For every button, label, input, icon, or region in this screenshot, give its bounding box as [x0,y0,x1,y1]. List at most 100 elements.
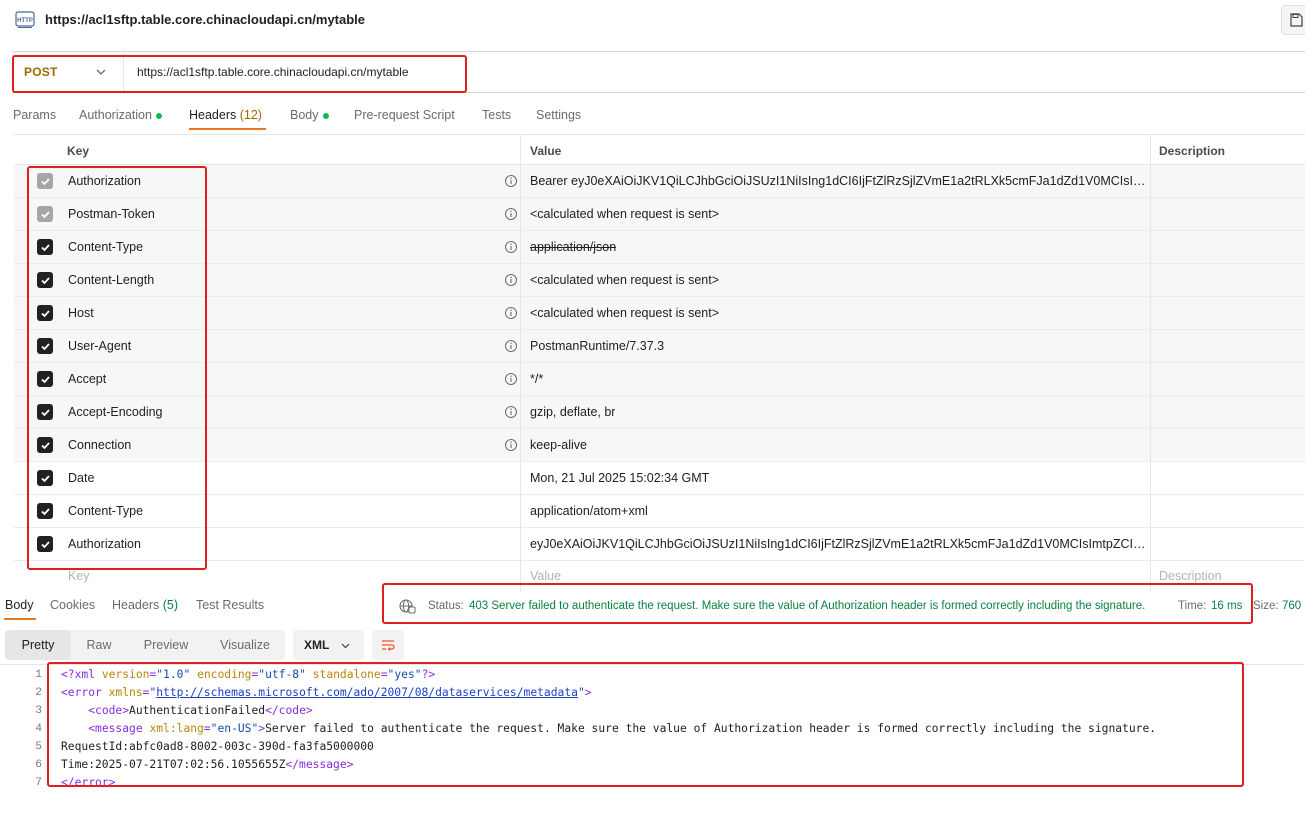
code-link[interactable]: http://schemas.microsoft.com/ado/2007/08… [156,686,578,699]
header-checkbox[interactable] [37,437,53,453]
header-value[interactable]: Mon, 21 Jul 2025 15:02:34 GMT [530,471,709,485]
header-checkbox[interactable] [37,536,53,552]
info-icon[interactable] [504,174,518,188]
response-tab-cookies[interactable]: Cookies [50,598,95,612]
header-checkbox[interactable] [37,305,53,321]
wrap-lines-button[interactable] [372,630,404,660]
header-checkbox[interactable] [37,371,53,387]
table-row[interactable]: Content-Length <calculated when request i… [14,264,1305,297]
header-key[interactable]: Date [68,471,94,485]
table-row[interactable]: Date Mon, 21 Jul 2025 15:02:34 GMT [14,462,1305,495]
tab-authorization[interactable]: Authorization [79,108,162,122]
view-preview[interactable]: Preview [127,630,205,660]
table-row[interactable]: Content-Type application/json [14,231,1305,264]
table-row[interactable]: Accept */* [14,363,1305,396]
column-divider [1150,134,1151,592]
table-row[interactable]: Accept-Encoding gzip, deflate, br [14,396,1305,429]
header-value[interactable]: gzip, deflate, br [530,405,615,419]
header-checkbox[interactable] [37,206,53,222]
table-row[interactable]: Content-Type application/atom+xml [14,495,1305,528]
info-icon[interactable] [504,405,518,419]
tab-headers[interactable]: Headers (12) [189,108,262,122]
header-value[interactable]: <calculated when request is sent> [530,306,719,320]
description-placeholder[interactable]: Description [1159,569,1222,583]
response-tab-headers[interactable]: Headers (5) [112,598,178,612]
header-key[interactable]: Authorization [68,174,141,188]
table-row[interactable]: Connection keep-alive [14,429,1305,462]
code-line: 6 Time:2025-07-21T07:02:56.1055655Z</mess… [0,756,1305,774]
check-icon [40,243,50,251]
url-input[interactable] [124,52,1124,92]
header-value[interactable]: keep-alive [530,438,587,452]
header-key[interactable]: User-Agent [68,339,131,353]
code-token: version [101,668,150,681]
header-value[interactable]: eyJ0eXAiOiJKV1QiLCJhbGciOiJSUzI1NiIsIng1… [530,537,1146,551]
header-checkbox[interactable] [37,239,53,255]
info-icon[interactable] [504,339,518,353]
code-token: xmlns [108,686,143,699]
header-value[interactable]: application/atom+xml [530,504,648,518]
header-key[interactable]: Authorization [68,537,141,551]
table-row[interactable]: Authorization Bearer eyJ0eXAiOiJKV1QiLCJh… [14,165,1305,198]
tab-params[interactable]: Params [13,108,56,122]
globe-icon[interactable] [398,598,416,614]
tab-pre-request-script[interactable]: Pre-request Script [354,108,455,122]
code-token: xml:lang [149,722,204,735]
header-checkbox[interactable] [37,503,53,519]
response-tab-test-results[interactable]: Test Results [196,598,264,612]
code-line: 7 </error> [0,774,1305,792]
tab-settings[interactable]: Settings [536,108,581,122]
view-raw[interactable]: Raw [71,630,127,660]
header-key[interactable]: Connection [68,438,131,452]
info-icon[interactable] [504,438,518,452]
table-row[interactable]: Postman-Token <calculated when request is… [14,198,1305,231]
table-row[interactable]: Authorization eyJ0eXAiOiJKV1QiLCJhbGciOiJ… [14,528,1305,561]
status-value[interactable]: 403 Server failed to authenticate the re… [469,600,1145,612]
chevron-down-icon [96,69,106,75]
header-value[interactable]: Bearer eyJ0eXAiOiJKV1QiLCJhbGciOiJSUzI1N… [530,174,1146,188]
view-pretty[interactable]: Pretty [5,630,71,660]
header-value[interactable]: */* [530,372,543,386]
format-label: XML [304,638,330,652]
info-icon[interactable] [504,207,518,221]
header-key[interactable]: Accept-Encoding [68,405,163,419]
header-key[interactable]: Content-Length [68,273,154,287]
new-header-row[interactable]: Key Value Description [14,561,1305,594]
table-row[interactable]: User-Agent PostmanRuntime/7.37.3 [14,330,1305,363]
header-value[interactable]: <calculated when request is sent> [530,207,719,221]
column-header-description: Description [1159,144,1226,158]
save-button[interactable] [1281,5,1305,35]
header-value[interactable]: PostmanRuntime/7.37.3 [530,339,664,353]
header-key[interactable]: Accept [68,372,106,386]
time-value[interactable]: 16 ms [1211,600,1242,612]
header-key[interactable]: Content-Type [68,240,143,254]
info-icon[interactable] [504,306,518,320]
header-value[interactable]: <calculated when request is sent> [530,273,719,287]
code-token: "en-US" [210,722,259,735]
key-placeholder[interactable]: Key [68,569,90,583]
header-checkbox[interactable] [37,272,53,288]
code-line: 1 <?xml version="1.0" encoding="utf-8" st… [0,666,1305,684]
tab-tests[interactable]: Tests [482,108,511,122]
info-icon[interactable] [504,273,518,287]
header-checkbox[interactable] [37,173,53,189]
header-value[interactable]: application/json [530,240,616,254]
header-key[interactable]: Postman-Token [68,207,155,221]
info-icon[interactable] [504,372,518,386]
line-number: 3 [35,705,42,717]
view-visualize[interactable]: Visualize [205,630,285,660]
size-value[interactable]: 760 [1282,600,1301,612]
header-checkbox[interactable] [37,338,53,354]
response-tab-body[interactable]: Body [5,598,34,612]
header-key[interactable]: Host [68,306,94,320]
format-select[interactable]: XML [293,630,364,660]
method-select[interactable]: POST [12,52,124,92]
info-icon[interactable] [504,240,518,254]
value-placeholder[interactable]: Value [530,569,561,583]
check-icon [40,276,50,284]
tab-body[interactable]: Body [290,108,329,122]
table-row[interactable]: Host <calculated when request is sent> [14,297,1305,330]
header-key[interactable]: Content-Type [68,504,143,518]
header-checkbox[interactable] [37,470,53,486]
header-checkbox[interactable] [37,404,53,420]
